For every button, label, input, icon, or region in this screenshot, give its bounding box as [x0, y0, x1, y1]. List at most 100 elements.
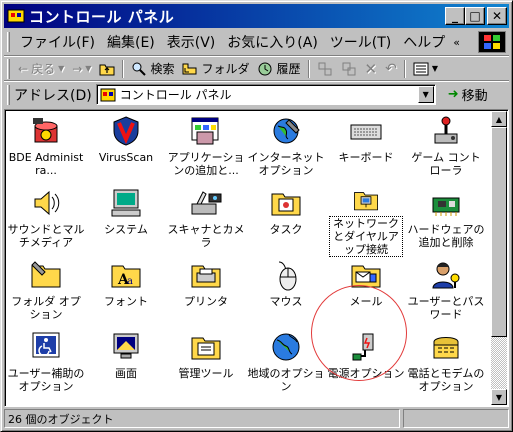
toolbar-grip[interactable]: [7, 58, 10, 79]
go-arrow-icon: ➜: [447, 87, 459, 102]
printers-icon: [191, 265, 221, 288]
cpl-item[interactable]: 電話とモデムのオプション: [407, 328, 485, 400]
close-button[interactable]: ✕: [487, 7, 507, 25]
item-label: フォルダ オプション: [11, 295, 81, 321]
users-passwords-icon: [432, 262, 460, 289]
back-button[interactable]: ← 戻る ▼: [14, 60, 68, 77]
delete-icon: ✕: [364, 59, 378, 78]
menu-edit[interactable]: 編集(E): [101, 32, 161, 52]
views-dropdown-icon: ▼: [431, 64, 438, 73]
admin-tools-icon: [191, 337, 221, 360]
cpl-item[interactable]: マウス: [247, 256, 325, 328]
item-label: BDE Administra...: [8, 151, 84, 177]
menu-favorites[interactable]: お気に入り(A): [221, 32, 324, 52]
copy-to-button[interactable]: [337, 61, 361, 77]
cpl-item[interactable]: プリンタ: [167, 256, 245, 328]
item-label: ユーザーとパスワード: [407, 295, 485, 321]
display-icon: [113, 333, 139, 359]
menu-help[interactable]: ヘルプ: [397, 32, 451, 52]
scroll-down-button[interactable]: ▼: [491, 389, 507, 405]
item-label: タスク: [269, 223, 303, 236]
item-label: 地域のオプション: [247, 367, 325, 393]
cpl-item[interactable]: ユーザーとパスワード: [407, 256, 485, 328]
scroll-thumb[interactable]: [491, 127, 507, 337]
item-label: システム: [104, 223, 148, 236]
menu-grip[interactable]: [7, 32, 10, 52]
cpl-item[interactable]: BDE Administra...: [7, 112, 85, 184]
copy-to-icon: [342, 62, 355, 75]
forward-arrow-icon: →: [72, 61, 83, 76]
status-pane-secondary: [403, 409, 509, 428]
regional-options-icon: [272, 333, 300, 361]
cpl-item[interactable]: タスク: [247, 184, 325, 256]
cpl-item[interactable]: システム: [87, 184, 165, 256]
standard-toolbar: ← 戻る ▼ → ▼ 検索 フォルダ 履歴 ✕ ↶ ▼: [4, 57, 509, 80]
undo-icon: ↶: [385, 60, 397, 77]
cpl-item[interactable]: アプリケーションの追加と...: [167, 112, 245, 184]
phone-modem-icon: [433, 337, 459, 359]
search-button[interactable]: 検索: [127, 60, 178, 77]
history-icon: [258, 62, 272, 75]
item-label: 管理ツール: [178, 367, 234, 380]
system-icon: [111, 189, 141, 217]
views-button[interactable]: ▼: [409, 61, 442, 77]
address-grip[interactable]: [7, 84, 10, 105]
cpl-item[interactable]: ゲーム コントローラ: [407, 112, 485, 184]
item-label: VirusScan: [98, 151, 154, 164]
cpl-item[interactable]: サウンドとマルチメディア: [7, 184, 85, 256]
cpl-item[interactable]: 地域のオプション: [247, 328, 325, 400]
search-icon: [132, 62, 147, 76]
item-label: 電話とモデムのオプション: [407, 367, 485, 393]
cpl-item[interactable]: インターネット オプション: [247, 112, 325, 184]
cpl-item[interactable]: 管理ツール: [167, 328, 245, 400]
power-options-icon: [352, 333, 374, 361]
cpl-item[interactable]: フォルダ オプション: [7, 256, 85, 328]
address-input[interactable]: コントロール パネル ▼: [95, 84, 436, 105]
item-label: ゲーム コントローラ: [411, 151, 481, 177]
cpl-item[interactable]: A a フォント: [87, 256, 165, 328]
scroll-up-button[interactable]: ▲: [491, 111, 507, 127]
scanners-cameras-icon: [191, 191, 222, 215]
address-bar: アドレス(D) コントロール パネル ▼ ➜ 移動: [4, 82, 509, 107]
windows-logo-icon: [478, 31, 506, 53]
fonts-icon: A a: [111, 265, 141, 288]
status-bar: 26 個のオブジェクト: [4, 409, 509, 429]
menu-tools[interactable]: ツール(T): [324, 32, 397, 52]
forward-dropdown-icon: ▼: [85, 64, 92, 73]
go-label: 移動: [461, 89, 488, 104]
address-value: コントロール パネル: [119, 88, 232, 102]
title-bar[interactable]: コントロール パネル _ □ ✕: [4, 4, 509, 28]
cpl-item-selected[interactable]: ネットワークとダイヤルアップ接続: [327, 184, 405, 257]
cpl-item[interactable]: ハードウェアの追加と削除: [407, 184, 485, 256]
menu-bar: ファイル(F) 編集(E) 表示(V) お気に入り(A) ツール(T) ヘルプ …: [4, 30, 474, 54]
cpl-item[interactable]: キーボード: [327, 112, 405, 184]
delete-button[interactable]: ✕: [361, 60, 382, 78]
maximize-button[interactable]: □: [465, 7, 485, 25]
menu-overflow-chevron[interactable]: «: [451, 36, 462, 49]
move-to-button[interactable]: [313, 61, 337, 77]
cpl-item[interactable]: 画面: [87, 328, 165, 400]
forward-button[interactable]: → ▼: [68, 62, 95, 76]
address-dropdown-button[interactable]: ▼: [417, 86, 434, 103]
search-label: 検索: [150, 62, 175, 76]
menu-file[interactable]: ファイル(F): [14, 32, 101, 52]
cpl-item[interactable]: スキャナとカメラ: [167, 184, 245, 256]
icon-grid: BDE Administra... VirusScan アプリケーションの追加と…: [7, 112, 487, 406]
history-button[interactable]: 履歴: [253, 60, 304, 77]
item-label: ハードウェアの追加と削除: [407, 223, 485, 249]
minimize-button[interactable]: _: [445, 7, 465, 25]
vertical-scrollbar[interactable]: ▲ ▼: [491, 111, 507, 405]
cpl-item[interactable]: ユーザー補助のオプション: [7, 328, 85, 400]
up-folder-button[interactable]: [95, 61, 119, 77]
scheduled-tasks-icon: [271, 193, 301, 216]
folders-button[interactable]: フォルダ: [178, 60, 253, 77]
item-label: フォント: [104, 295, 148, 308]
menu-view[interactable]: 表示(V): [161, 32, 222, 52]
cpl-item[interactable]: 電源オプション: [327, 328, 405, 400]
control-panel-view: BDE Administra... VirusScan アプリケーションの追加と…: [4, 109, 509, 407]
undo-button[interactable]: ↶: [381, 61, 401, 77]
network-dialup-icon: [354, 192, 378, 211]
cpl-item[interactable]: VirusScan: [87, 112, 165, 184]
go-button[interactable]: ➜ 移動: [448, 85, 488, 104]
cpl-item[interactable]: メール: [327, 256, 405, 328]
